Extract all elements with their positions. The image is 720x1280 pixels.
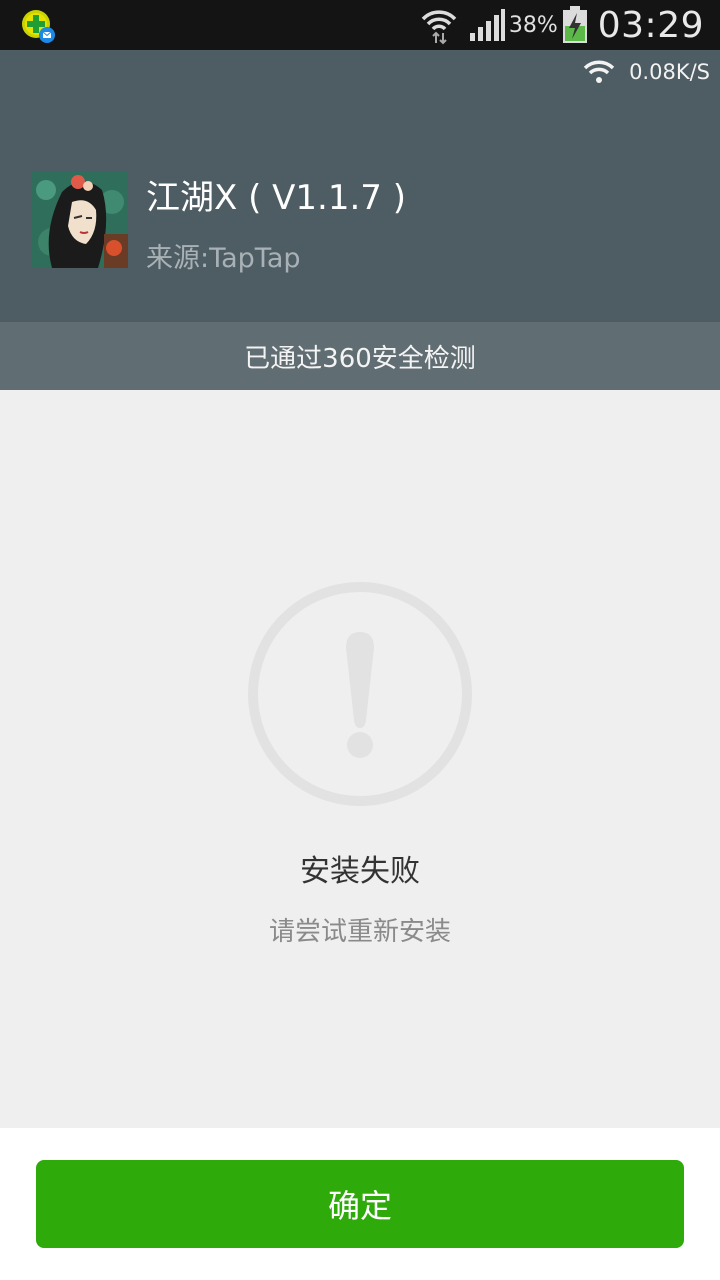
battery-percent: 38% — [508, 12, 558, 38]
confirm-button-label: 确定 — [327, 1187, 392, 1225]
app-header: 0.08K/S 江湖X ( V1.1.7 ) 来源:TapTap — [0, 50, 720, 322]
security-check-banner: 已通过360安全检测 — [0, 322, 720, 390]
cell-signal-icon — [469, 9, 505, 41]
app-title: 江湖X ( V1.1.7 ) — [146, 178, 407, 218]
security-check-text: 已通过360安全检测 — [244, 343, 476, 374]
footer: 确定 — [0, 1128, 720, 1280]
retry-hint: 请尝试重新安装 — [268, 917, 451, 947]
app-source: 来源:TapTap — [146, 243, 301, 274]
status-bar: 38% 03:29 — [0, 0, 720, 50]
network-speed: 0.08K/S — [583, 58, 710, 86]
net-speed-text: 0.08K/S — [629, 60, 710, 84]
install-failed-title: 安装失败 — [300, 854, 420, 889]
exclamation-circle-icon — [248, 582, 472, 806]
green-plus-notification-icon — [22, 10, 55, 43]
wifi-signal-icon — [421, 10, 457, 45]
clock: 03:29 — [597, 4, 704, 46]
battery-charging-icon — [562, 6, 587, 43]
confirm-button[interactable]: 确定 — [36, 1160, 684, 1248]
wifi-icon — [583, 60, 615, 83]
app-portrait-icon — [32, 172, 128, 268]
